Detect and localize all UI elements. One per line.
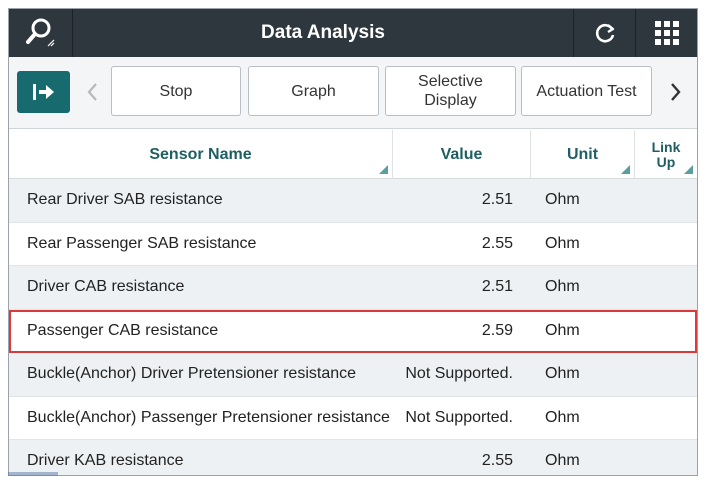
value-cell: Not Supported. — [405, 408, 513, 426]
scroll-indicator — [8, 472, 58, 476]
unit-cell: Ohm — [545, 191, 580, 209]
sensor-name-cell: Buckle(Anchor) Passenger Pretensioner re… — [27, 408, 390, 426]
scroll-left-button[interactable] — [77, 71, 107, 113]
sensor-name-cell: Rear Driver SAB resistance — [27, 191, 223, 209]
search-icon — [25, 18, 54, 47]
value-cell: 2.51 — [481, 278, 513, 296]
grid-menu-icon — [654, 21, 679, 45]
exit-icon — [32, 84, 54, 100]
column-header-label: Unit — [566, 145, 599, 163]
menu-button[interactable] — [635, 9, 697, 57]
app-window: Data Analysis Stop Graph Selective Displ… — [8, 8, 698, 476]
chevron-right-icon — [671, 83, 681, 101]
stop-button[interactable]: Stop — [111, 66, 241, 116]
column-header-label: Link Up — [651, 138, 681, 170]
value-cell: 2.55 — [481, 234, 513, 252]
value-cell: 2.55 — [481, 452, 513, 470]
column-header-link-up[interactable]: Link Up — [635, 130, 697, 179]
table-row[interactable]: Driver CAB resistance 2.51 Ohm — [9, 266, 697, 310]
unit-cell: Ohm — [545, 408, 580, 426]
graph-button[interactable]: Graph — [248, 66, 379, 116]
page-title: Data Analysis — [261, 22, 385, 43]
column-header-value[interactable]: Value — [393, 130, 531, 179]
sort-icon — [684, 165, 693, 174]
sensor-name-cell: Passenger CAB resistance — [27, 321, 219, 339]
unit-cell: Ohm — [545, 278, 580, 296]
sensor-name-cell: Buckle(Anchor) Driver Pretensioner resis… — [27, 365, 357, 383]
selective-display-label: Selective Display — [418, 72, 483, 110]
selective-display-label-line2: Display — [424, 92, 477, 109]
column-header-unit[interactable]: Unit — [531, 130, 635, 179]
selective-display-button[interactable]: Selective Display — [385, 66, 516, 116]
table-row-selected[interactable]: Passenger CAB resistance 2.59 Ohm — [9, 309, 697, 353]
exit-button[interactable] — [17, 71, 70, 113]
value-cell: 2.51 — [481, 191, 513, 209]
sensor-name-cell: Driver CAB resistance — [27, 278, 185, 296]
table-body: Rear Driver SAB resistance 2.51 Ohm Rear… — [9, 179, 697, 475]
refresh-button[interactable] — [573, 9, 635, 57]
unit-cell: Ohm — [545, 234, 580, 252]
sensor-name-cell: Rear Passenger SAB resistance — [27, 234, 257, 252]
column-header-label: Sensor Name — [149, 145, 252, 163]
chevron-left-icon — [87, 83, 97, 101]
toolbar: Stop Graph Selective Display Actuation T… — [9, 57, 697, 129]
scroll-right-button[interactable] — [661, 71, 691, 113]
search-button[interactable] — [9, 9, 73, 57]
unit-cell: Ohm — [545, 452, 580, 470]
table-row[interactable]: Rear Passenger SAB resistance 2.55 Ohm — [9, 223, 697, 266]
link-up-line2: Up — [656, 153, 676, 170]
actuation-test-button[interactable]: Actuation Test — [521, 66, 652, 116]
sort-icon — [621, 165, 630, 174]
refresh-icon — [595, 23, 614, 43]
table-row[interactable]: Buckle(Anchor) Driver Pretensioner resis… — [9, 353, 697, 397]
table-row[interactable]: Rear Driver SAB resistance 2.51 Ohm — [9, 179, 697, 223]
link-up-line1: Link — [651, 138, 681, 155]
table-row[interactable]: Buckle(Anchor) Passenger Pretensioner re… — [9, 397, 697, 440]
unit-cell: Ohm — [545, 365, 580, 383]
column-header-label: Value — [440, 145, 483, 163]
selective-display-label-line1: Selective — [418, 73, 483, 90]
sort-icon — [379, 165, 388, 174]
value-cell: Not Supported. — [405, 365, 513, 383]
sensor-name-cell: Driver KAB resistance — [27, 452, 184, 470]
unit-cell: Ohm — [545, 321, 580, 339]
table-header: Sensor Name Value Unit Link Up — [9, 130, 697, 179]
value-cell: 2.59 — [481, 321, 513, 339]
column-header-sensor-name[interactable]: Sensor Name — [9, 130, 393, 179]
title-bar: Data Analysis — [9, 9, 697, 57]
table-row[interactable]: Driver KAB resistance 2.55 Ohm — [9, 440, 697, 475]
